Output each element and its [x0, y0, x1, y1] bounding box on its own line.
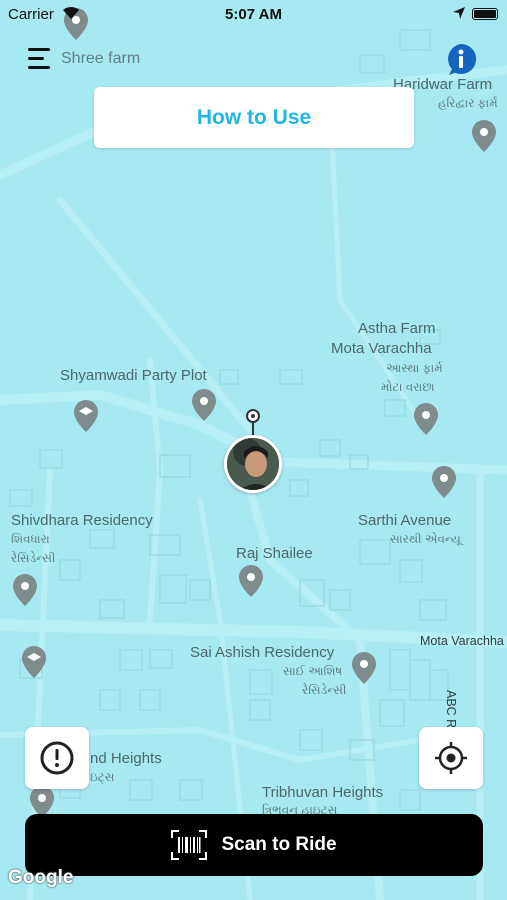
alert-icon: [40, 741, 74, 775]
report-issue-button[interactable]: [25, 727, 89, 789]
location-arrow-icon: [452, 6, 466, 24]
user-avatar[interactable]: [224, 435, 282, 493]
road-label: Mota Varachha: [420, 634, 504, 648]
info-icon[interactable]: [444, 42, 478, 76]
status-bar: Carrier 5:07 AM: [0, 0, 507, 28]
place-label: Sai Ashish Residency: [190, 644, 335, 661]
place-label: Shyamwadi Party Plot: [60, 367, 207, 384]
place-label: Mota Varachha: [331, 340, 432, 357]
how-to-use-button[interactable]: How to Use: [94, 87, 414, 148]
place-label: સારથી એવન્યૂ: [390, 532, 461, 546]
farm-name: Shree farm: [61, 50, 141, 67]
google-attribution: Google: [8, 867, 74, 888]
place-label: રેસિડેન્સી: [302, 683, 347, 697]
status-time: 5:07 AM: [225, 6, 282, 23]
place-label: Shivdhara Residency: [11, 512, 153, 529]
place-label: આસ્થા ફાર્મ: [386, 361, 443, 375]
location-dot: [246, 409, 260, 423]
battery-icon: [472, 8, 498, 20]
scan-to-ride-button[interactable]: Scan to Ride: [25, 814, 483, 876]
place-label: શિવધારા: [11, 532, 50, 546]
place-label: હરિદ્વાર ફાર્મ: [438, 96, 498, 110]
place-label: nd Heights: [90, 750, 162, 767]
place-label: Raj Shailee: [236, 545, 313, 562]
crosshair-icon: [435, 742, 467, 774]
place-label: Sarthi Avenue: [358, 512, 452, 529]
recenter-location-button[interactable]: [419, 727, 483, 789]
place-label: રેસિડેન્સી: [11, 551, 56, 565]
place-label: ઇટ્સ: [90, 770, 115, 784]
place-label: સાઈ આશિષ: [283, 664, 343, 678]
place-label: Astha Farm: [358, 320, 436, 337]
place-label: Tribhuvan Heights: [262, 784, 384, 801]
place-label: મોટા વરાછા: [381, 380, 435, 394]
menu-icon[interactable]: [28, 48, 54, 70]
scan-to-ride-label: Scan to Ride: [221, 834, 337, 855]
barcode-scan-icon: [171, 830, 208, 860]
how-to-use-label: How to Use: [196, 105, 312, 129]
